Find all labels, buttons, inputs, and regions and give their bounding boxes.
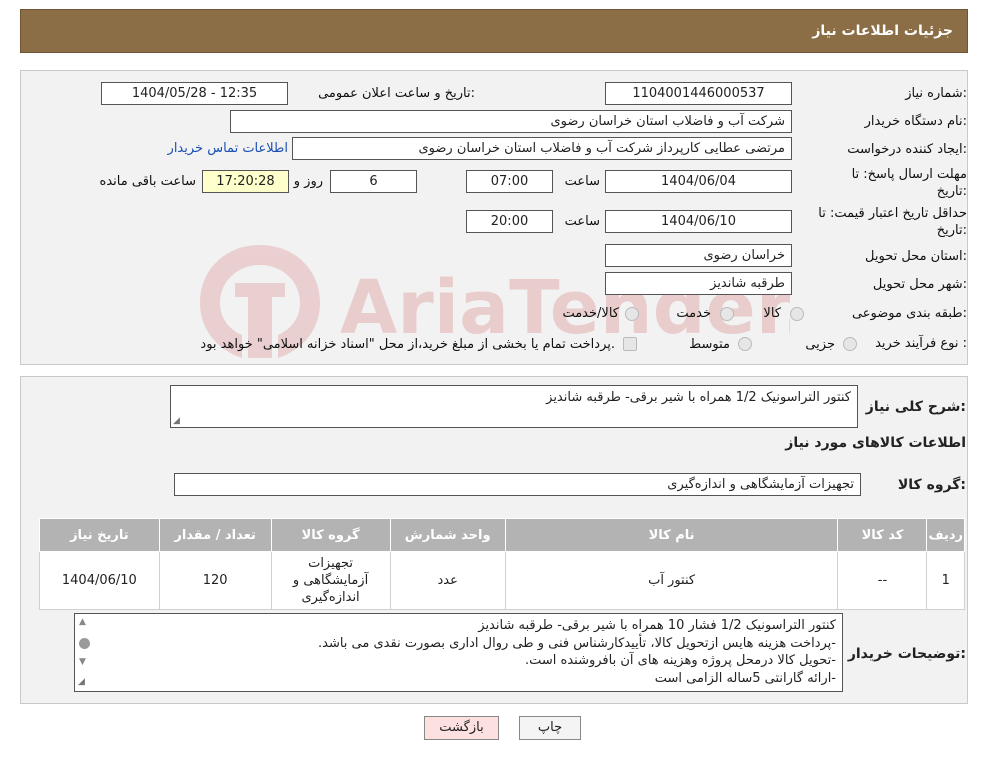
announce-datetime-label: تاریخ و ساعت اعلان عمومی: xyxy=(318,86,475,101)
delivery-city-label: شهر محل تحویل: xyxy=(872,277,967,292)
summary-label: شرح کلی نیاز: xyxy=(865,399,966,415)
deadline-time-field: 07:00 xyxy=(466,170,553,193)
process-treasury-note: پرداخت تمام یا بخشی از مبلغ خرید،از محل … xyxy=(200,337,615,352)
delivery-city-field: طرقبه شاندیز xyxy=(605,272,792,295)
cell-group: تجهیزات آزمایشگاهی و اندازه‌گیری xyxy=(270,551,391,610)
category-label: طبقه بندی موضوعی: xyxy=(851,306,967,321)
price-validity-time-field: 20:00 xyxy=(466,210,553,233)
scroll-thumb[interactable] xyxy=(79,638,90,649)
goods-group-field: تجهیزات آزمایشگاهی و اندازه‌گیری xyxy=(174,473,861,496)
process-type-label: نوع فرآیند خرید : xyxy=(875,336,967,351)
remaining-time-field: 17:20:28 xyxy=(202,170,289,193)
buyer-org-label: نام دستگاه خریدار: xyxy=(864,114,967,129)
cell-code: -- xyxy=(837,551,928,610)
col-group: گروه کالا xyxy=(270,518,391,552)
deadline-time-label: ساعت xyxy=(564,174,600,189)
cell-row: 1 xyxy=(926,551,965,610)
buyer-notes-line: -تحویل کالا درمحل پروژه وهزینه های آن با… xyxy=(525,653,836,668)
items-table-header: ردیف کد کالا نام کالا واحد شمارش گروه کا… xyxy=(39,518,965,552)
category-goods-service-label: کالا/خدمت xyxy=(562,306,619,321)
buyer-notes-line: -ارائه گارانتی 5ساله الزامی است xyxy=(654,670,836,686)
cell-date: 1404/06/10 xyxy=(39,551,160,610)
delivery-province-field: خراسان رضوی xyxy=(605,244,792,267)
buyer-notes-field[interactable]: کنتور التراسونیک 1/2 فشار 10 همراه با شی… xyxy=(74,613,843,692)
col-row: ردیف xyxy=(926,518,965,552)
need-number-label: شماره نیاز: xyxy=(905,86,967,101)
process-medium-radio[interactable] xyxy=(738,337,752,351)
buyer-notes-line: -پرداخت هزینه هایس ازتحویل کالا، تأییدکا… xyxy=(318,635,836,651)
category-service-label: خدمت xyxy=(676,306,711,321)
category-goods-service-radio[interactable] xyxy=(625,307,639,321)
deadline-label: مهلت ارسال پاسخ: تا xyxy=(851,167,967,182)
announce-datetime-field: 1404/05/28 - 12:35 xyxy=(101,82,288,105)
items-section-title: اطلاعات کالاهای مورد نیاز xyxy=(785,435,966,451)
items-table: ردیف کد کالا نام کالا واحد شمارش گروه کا… xyxy=(39,518,965,610)
buyer-notes-label: توضیحات خریدار: xyxy=(847,646,966,662)
delivery-province-label: استان محل تحویل: xyxy=(865,249,967,264)
col-name: نام کالا xyxy=(504,518,839,552)
price-validity-date-field: 1404/06/10 xyxy=(605,210,792,233)
resize-handle-icon[interactable]: ◢ xyxy=(173,416,180,426)
deadline-label-date: تاریخ: xyxy=(936,184,967,199)
cell-unit: عدد xyxy=(389,551,506,610)
price-validity-label: حداقل تاریخ اعتبار قیمت: تا xyxy=(818,206,967,221)
creator-field: مرتضی عطایی کارپرداز شرکت آب و فاضلاب اس… xyxy=(292,137,792,160)
process-medium-label: متوسط xyxy=(689,337,730,352)
col-unit: واحد شمارش xyxy=(389,518,506,552)
category-goods-radio[interactable] xyxy=(790,307,804,321)
summary-field[interactable]: کنتور التراسونیک 1/2 همراه با شیر برقی- … xyxy=(170,385,858,428)
buyer-contact-link[interactable]: اطلاعات تماس خریدار xyxy=(168,141,288,156)
days-label: روز و xyxy=(293,174,323,189)
price-validity-label-date: تاریخ: xyxy=(936,223,967,238)
price-validity-time-label: ساعت xyxy=(564,214,600,229)
remaining-days-field: 6 xyxy=(330,170,417,193)
notes-scrollbar[interactable]: ▲ ▼ ◢ xyxy=(76,615,94,690)
cell-name: کنتور آب xyxy=(504,551,839,610)
page-header: جزئیات اطلاعات نیاز xyxy=(20,9,968,53)
buyer-org-field: شرکت آب و فاضلاب استان خراسان رضوی xyxy=(230,110,792,133)
col-date: تاریخ نیاز xyxy=(39,518,160,552)
col-code: کد کالا xyxy=(837,518,928,552)
scroll-down-icon[interactable]: ▼ xyxy=(79,657,86,667)
resize-handle-icon[interactable]: ◢ xyxy=(78,677,85,687)
need-number-field: 1104001446000537 xyxy=(605,82,792,105)
buyer-notes-line: کنتور التراسونیک 1/2 فشار 10 همراه با شی… xyxy=(478,618,836,633)
scroll-up-icon[interactable]: ▲ xyxy=(79,617,86,627)
table-row: 1 -- کنتور آب عدد تجهیزات آزمایشگاهی و ا… xyxy=(39,551,965,610)
remaining-time-label: ساعت باقی مانده xyxy=(99,174,196,189)
back-button[interactable]: بازگشت xyxy=(424,716,499,740)
process-minor-radio[interactable] xyxy=(843,337,857,351)
process-minor-label: جزیی xyxy=(805,337,835,352)
creator-label: ایجاد کننده درخواست: xyxy=(847,142,967,157)
process-treasury-checkbox[interactable] xyxy=(623,337,637,351)
col-qty: تعداد / مقدار xyxy=(158,518,272,552)
deadline-date-field: 1404/06/04 xyxy=(605,170,792,193)
page-title: جزئیات اطلاعات نیاز xyxy=(812,23,953,39)
cell-qty: 120 xyxy=(158,551,272,610)
category-goods-label: کالا xyxy=(763,306,781,321)
category-service-radio[interactable] xyxy=(720,307,734,321)
print-button[interactable]: چاپ xyxy=(519,716,581,740)
goods-group-label: گروه کالا: xyxy=(897,477,966,493)
